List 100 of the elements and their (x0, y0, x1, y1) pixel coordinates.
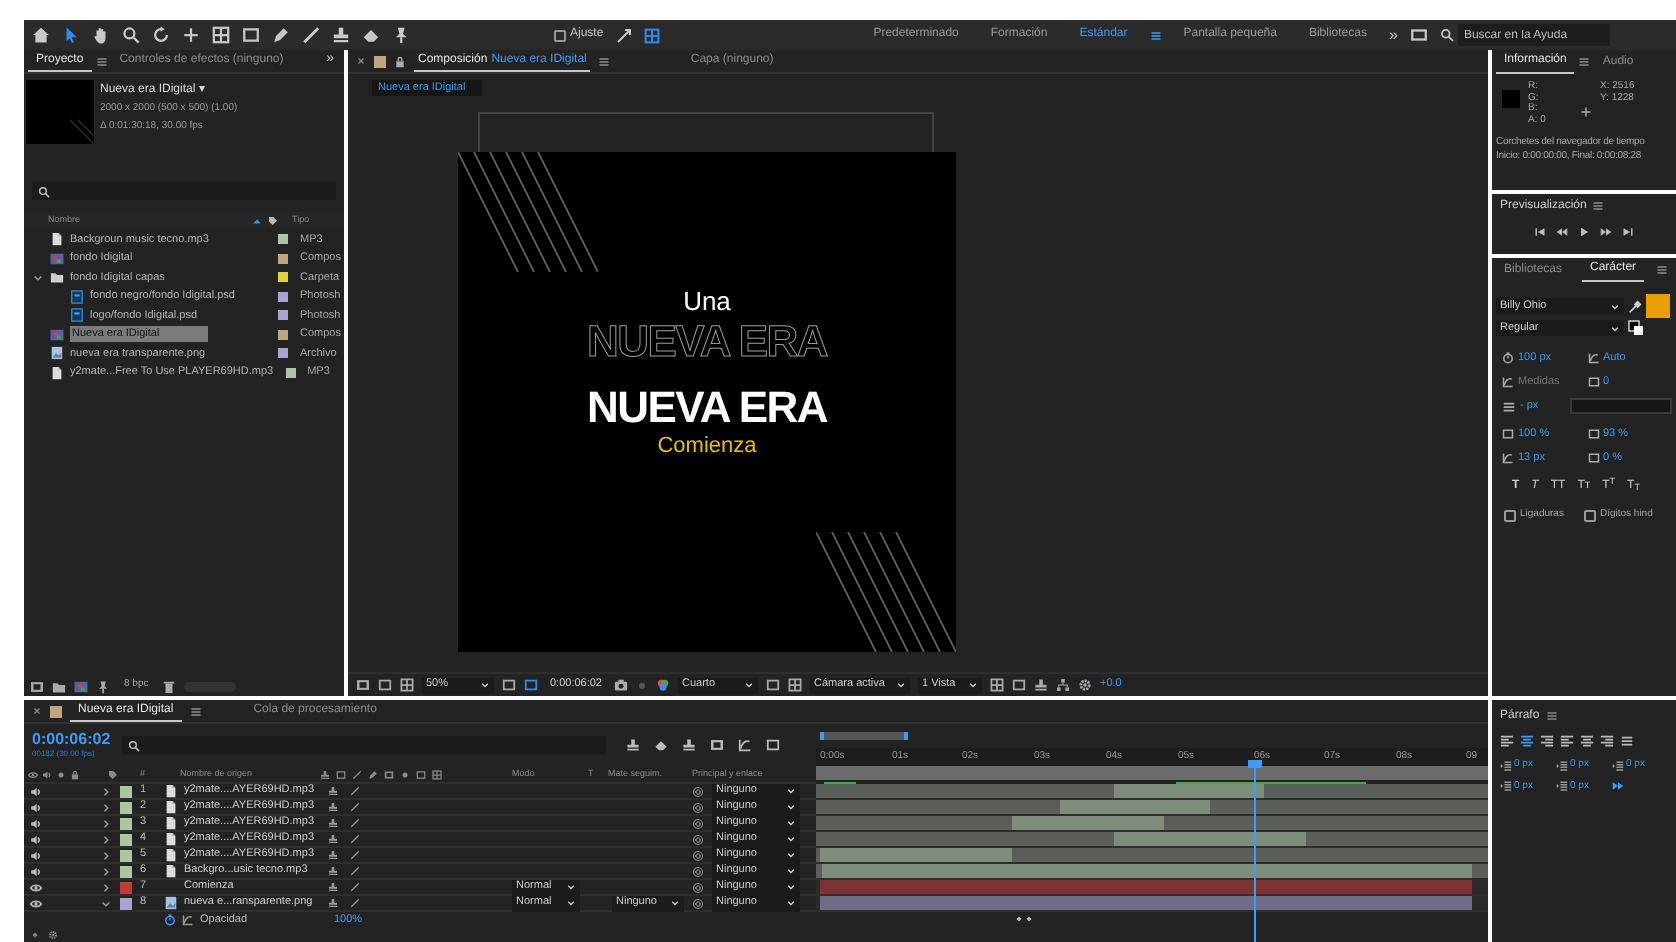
folder-icon[interactable] (52, 679, 66, 693)
lock-icon[interactable] (394, 55, 406, 67)
justify-icon[interactable] (1560, 734, 1574, 748)
house-icon[interactable] (32, 26, 50, 44)
align-right-icon[interactable] (1540, 734, 1554, 748)
label-swatch[interactable] (120, 849, 132, 861)
current-time[interactable]: 0:00:06:02 (32, 730, 111, 748)
checkbox[interactable] (1583, 509, 1596, 522)
eye-icon[interactable] (30, 881, 42, 893)
close-icon[interactable] (32, 706, 42, 716)
solo-icon[interactable] (56, 769, 66, 779)
playhead-handle[interactable] (1248, 760, 1262, 768)
label-icon[interactable] (268, 215, 278, 225)
label-swatch[interactable] (120, 817, 132, 829)
expand-icon[interactable] (615, 27, 632, 43)
menu-icon[interactable] (1592, 200, 1605, 212)
speaker-icon[interactable] (30, 801, 42, 813)
speaker-icon[interactable] (30, 785, 42, 797)
menu-icon[interactable] (1545, 710, 1558, 722)
align-left-icon[interactable] (1500, 734, 1514, 748)
chevron-icon[interactable] (100, 865, 112, 877)
brush-icon[interactable] (302, 26, 320, 44)
new-composition-icon[interactable] (74, 679, 88, 693)
speaker-icon[interactable] (30, 817, 42, 829)
display-icon[interactable] (1409, 26, 1428, 44)
play-icon[interactable] (1578, 226, 1590, 238)
fill-swatch[interactable] (1646, 294, 1670, 318)
label-swatch[interactable] (278, 291, 288, 302)
crosshair-icon[interactable] (182, 26, 200, 44)
label-swatch[interactable] (50, 705, 62, 717)
menu-icon[interactable] (1578, 56, 1591, 68)
chevron-icon[interactable] (100, 817, 112, 829)
grid-icon[interactable] (212, 26, 230, 44)
pointer-icon[interactable] (62, 26, 80, 44)
grid-icon[interactable] (643, 27, 660, 43)
eye-icon[interactable] (30, 897, 42, 909)
direction-icon[interactable] (1612, 780, 1624, 793)
trash-icon[interactable] (162, 679, 177, 693)
search-field[interactable] (122, 736, 607, 754)
chevron-icon[interactable] (100, 897, 112, 909)
label-icon[interactable] (108, 769, 118, 779)
dot-icon[interactable] (636, 679, 648, 691)
skip-forward-icon[interactable] (1622, 226, 1634, 238)
menu-icon[interactable] (598, 55, 611, 67)
lock-icon[interactable] (70, 769, 80, 779)
align-center-icon[interactable] (1520, 734, 1534, 748)
grid-icon[interactable] (788, 678, 802, 692)
grid-icon[interactable] (400, 678, 414, 692)
keyframe-icon[interactable] (30, 929, 40, 939)
chevron-icon[interactable] (32, 271, 44, 284)
graph-editor-icon[interactable] (738, 738, 753, 752)
skip-back-icon[interactable] (1534, 226, 1546, 238)
gear-icon[interactable] (1078, 678, 1092, 692)
justify-icon[interactable] (1600, 734, 1614, 748)
menu-icon[interactable] (189, 705, 202, 717)
graph-icon[interactable] (182, 914, 194, 926)
hand-icon[interactable] (92, 26, 110, 44)
chevron-icon[interactable] (100, 849, 112, 861)
gear-icon[interactable] (48, 929, 58, 939)
search-icon[interactable] (122, 26, 140, 44)
label-swatch[interactable] (278, 272, 288, 283)
checkbox[interactable] (1504, 509, 1516, 522)
rotate-icon[interactable] (152, 26, 170, 44)
channels-icon[interactable] (656, 678, 670, 692)
search-field[interactable] (32, 182, 336, 200)
close-icon[interactable] (356, 56, 366, 66)
step-forward-icon[interactable] (1600, 226, 1612, 238)
label-swatch[interactable] (120, 785, 132, 797)
checkbox[interactable] (554, 29, 566, 41)
label-swatch[interactable] (120, 881, 132, 893)
chevron-icon[interactable] (100, 881, 112, 893)
chevron-icon[interactable] (100, 833, 112, 845)
sort-icon[interactable] (252, 215, 262, 225)
speaker-icon[interactable] (42, 769, 52, 779)
rectangle-icon[interactable] (242, 26, 260, 44)
label-swatch[interactable] (278, 348, 288, 359)
justify-icon[interactable] (1620, 734, 1634, 748)
eye-icon[interactable] (28, 769, 38, 779)
pin-icon[interactable] (392, 26, 410, 44)
speaker-icon[interactable] (30, 865, 42, 877)
hierarchy-icon[interactable] (1056, 678, 1070, 692)
step-back-icon[interactable] (1556, 226, 1568, 238)
eyedropper-icon[interactable] (1628, 299, 1642, 313)
label-swatch[interactable] (278, 329, 288, 340)
more-button[interactable]: » (1388, 23, 1398, 47)
label-swatch[interactable] (278, 253, 288, 264)
speaker-icon[interactable] (30, 833, 42, 845)
label-swatch[interactable] (278, 234, 288, 245)
label-swatch[interactable] (120, 865, 132, 877)
pin-icon[interactable] (96, 679, 110, 693)
chevron-icon[interactable] (100, 801, 112, 813)
label-swatch[interactable] (278, 310, 288, 321)
label-swatch[interactable] (285, 367, 296, 378)
pen-icon[interactable] (272, 26, 290, 44)
label-swatch[interactable] (120, 833, 132, 845)
camera-icon[interactable] (614, 678, 628, 692)
menu-icon[interactable] (1149, 29, 1162, 41)
menu-icon[interactable] (95, 55, 108, 67)
speaker-icon[interactable] (30, 849, 42, 861)
label-swatch[interactable] (120, 801, 132, 813)
